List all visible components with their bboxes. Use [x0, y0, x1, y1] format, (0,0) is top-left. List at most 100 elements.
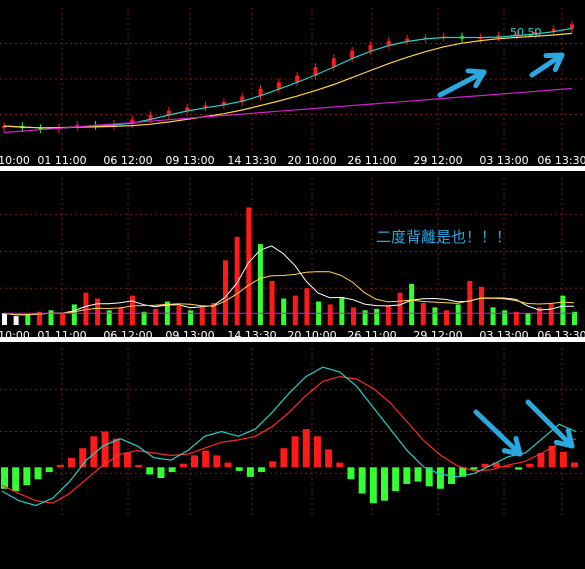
macd-histogram-bar [291, 436, 299, 468]
volume-ma-line [3, 245, 574, 316]
macd-histogram-bar [246, 467, 254, 477]
macd-histogram-bar [515, 467, 523, 470]
macd-histogram-bar [68, 457, 76, 468]
volume-bar [153, 308, 159, 325]
x-tick-label: 06 13:30 [537, 329, 585, 342]
volume-bar [490, 307, 496, 325]
arrow-up-right-icon [437, 68, 487, 98]
x-tick-label: 06 12:00 [103, 154, 152, 167]
macd-histogram-bar [369, 467, 377, 504]
macd-histogram-bar [146, 467, 154, 475]
macd-histogram-bar [571, 462, 578, 468]
x-tick-label: 06 13:30 [537, 154, 585, 167]
macd-histogram-bar [280, 448, 288, 468]
arrow-down-right-icon [473, 409, 523, 457]
volume-bar [269, 280, 275, 325]
volume-bar [502, 310, 508, 325]
macd-histogram-bar [325, 449, 333, 468]
volume-bar [223, 260, 229, 325]
volume-bar [83, 292, 89, 325]
volume-bar [199, 307, 205, 325]
volume-bar [513, 311, 519, 325]
volume-bar [444, 310, 450, 325]
volume-bar [188, 310, 194, 325]
arrow-up-right-icon [529, 52, 565, 78]
volume-bar [234, 236, 240, 325]
macd-histogram-bar [347, 467, 355, 480]
volume-bar [141, 311, 147, 325]
candle-body [331, 58, 336, 67]
chart-canvas: 50.50 10:00 01 11:00 06 12:00 09 13:00 14 13:… [0, 8, 585, 515]
volume-bar [560, 295, 566, 325]
x-tick-label: 20 10:00 [287, 154, 336, 167]
volume-bar [281, 298, 287, 325]
x-tick-label: 09 13:00 [165, 154, 214, 167]
macd-histogram-bar [179, 463, 187, 468]
volume-bar [420, 302, 426, 325]
x-tick-label: 14 13:30 [227, 154, 276, 167]
candle-body [386, 40, 391, 46]
x-tick-label: 03 13:00 [479, 329, 528, 342]
x-tick-label: 01 11:00 [37, 329, 86, 342]
volume-bar [397, 292, 403, 325]
macd-histogram-bar [414, 467, 422, 482]
macd-histogram-bar [403, 467, 411, 484]
macd-histogram-bar [112, 438, 120, 468]
volume-bar [385, 305, 391, 325]
macd-histogram-bar [168, 467, 176, 473]
volume-bar [129, 295, 135, 325]
volume-bar [13, 316, 19, 325]
volume-bar [304, 288, 310, 325]
macd-histogram-bar [123, 452, 131, 468]
volume-bar [292, 295, 298, 325]
macd-histogram-bar [381, 467, 388, 501]
ma-mid-line [3, 32, 573, 129]
macd-histogram-bar [559, 451, 567, 468]
macd-histogram-bar [258, 467, 266, 473]
macd-histogram-bar [213, 455, 221, 468]
chart-window: 50.50 10:00 01 11:00 06 12:00 09 13:00 14 13:… [0, 0, 585, 569]
volume-bar [455, 304, 461, 325]
x-tick-label: 29 12:00 [413, 329, 462, 342]
macd-histogram-bar [313, 436, 321, 468]
x-tick-label: 09 13:00 [165, 329, 214, 342]
macd-histogram-bar [392, 467, 400, 492]
macd-histogram-bar [202, 450, 210, 468]
macd-histogram-bar [157, 467, 165, 479]
macd-histogram-bar [224, 462, 232, 468]
x-tick-label: 26 11:00 [347, 154, 396, 167]
macd-histogram-bar [336, 462, 344, 468]
volume-bar [118, 307, 124, 325]
macd-histogram-bar [12, 467, 20, 492]
price-label: 50.50 [510, 26, 542, 39]
macd-histogram-bar [526, 463, 534, 468]
macd-histogram-bar [191, 455, 198, 468]
macd-histogram-bar [235, 467, 243, 471]
candle-body [276, 82, 281, 89]
volume-bar [374, 308, 380, 325]
volume-bar [2, 313, 7, 325]
macd-histogram-bar [302, 429, 310, 468]
macd-histogram-bar [45, 467, 53, 473]
dea-line [1, 375, 577, 504]
volume-bar [350, 307, 356, 325]
volume-bar [106, 310, 112, 325]
volume-bar [25, 314, 31, 325]
dif-line [1, 366, 577, 507]
macd-histogram-bar [470, 467, 478, 470]
x-tick-label: 01 11:00 [37, 154, 86, 167]
volume-bar [176, 305, 182, 325]
volume-bar [48, 310, 54, 325]
macd-histogram-bar [23, 467, 31, 486]
volume-bar [467, 280, 473, 325]
volume-bar [548, 302, 554, 325]
candle-body [350, 50, 355, 59]
x-tick-label: 10:00 [0, 329, 30, 342]
x-tick-label: 29 12:00 [413, 154, 462, 167]
volume-bar [362, 310, 368, 325]
x-tick-label: 03 13:00 [479, 154, 528, 167]
x-tick-label: 06 12:00 [103, 329, 152, 342]
macd-histogram-bar [34, 467, 42, 480]
macd-histogram-bar [358, 467, 366, 494]
x-tick-label: 20 10:00 [287, 329, 336, 342]
